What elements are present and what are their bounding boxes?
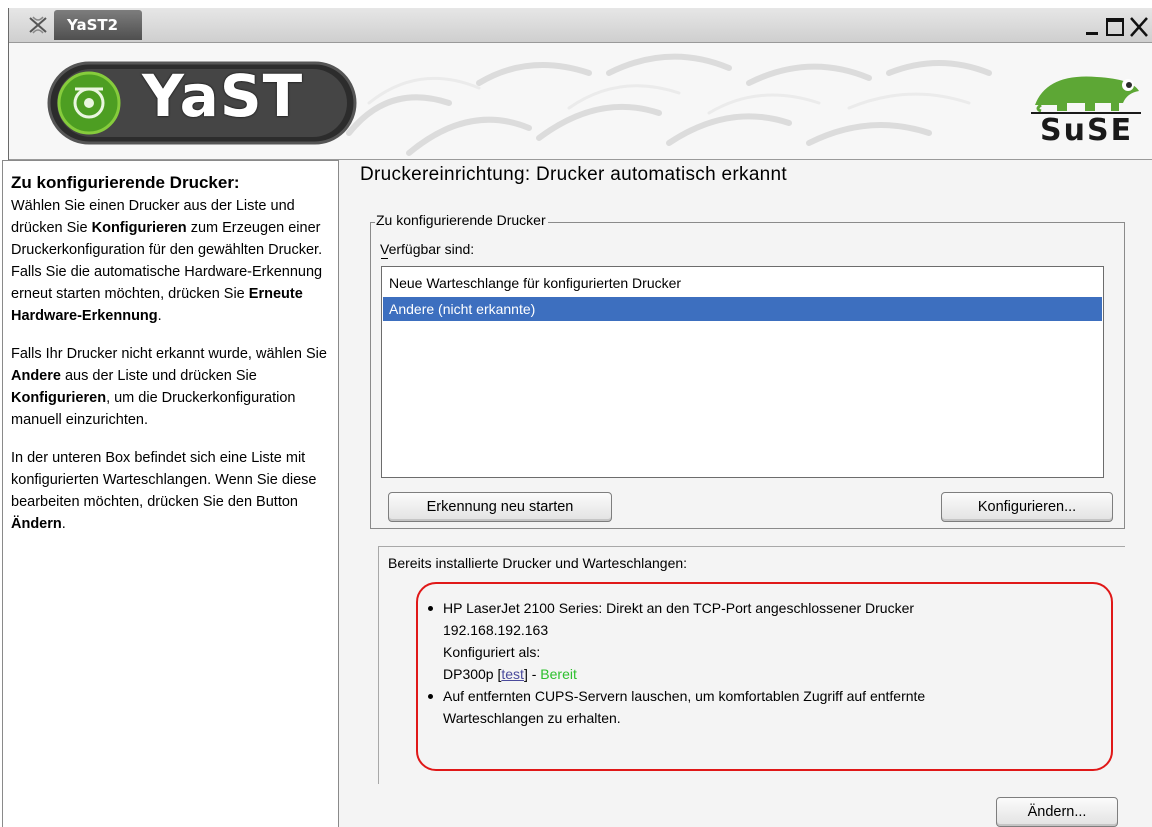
yast-banner: YaST SuSE	[9, 43, 1152, 160]
window-title: YaST2	[67, 16, 119, 34]
list-item[interactable]: Neue Warteschlange für konfigurierten Dr…	[383, 271, 1102, 295]
app-menu-icon[interactable]	[27, 14, 49, 36]
banner-background-art	[346, 53, 992, 156]
change-button[interactable]: Ändern...	[996, 797, 1118, 827]
group-title-text: Zu konfigurierende Drucker	[376, 212, 546, 228]
help-text: aus der Liste und drücken Sie	[60, 368, 257, 384]
installed-title: Bereits installierte Drucker und Wartesc…	[388, 555, 688, 571]
annotation-highlight	[416, 582, 1113, 771]
help-text: Falls Ihr Drucker nicht erkannt wurde, w…	[11, 346, 327, 362]
help-paragraph-3: In der unteren Box befindet sich eine Li…	[11, 447, 330, 535]
group-title: Zu konfigurierende Drucker	[375, 212, 548, 228]
maximize-icon[interactable]	[1104, 16, 1126, 38]
help-bold-text: Ändern	[11, 516, 62, 532]
close-icon[interactable]	[1128, 16, 1150, 38]
restart-detection-button[interactable]: Erkennung neu starten	[388, 492, 612, 522]
help-bold-text: Konfigurieren	[11, 390, 107, 406]
page-title: Druckereinrichtung: Drucker automatisch …	[360, 164, 787, 185]
help-text: .	[61, 516, 66, 532]
yast-logo-text: YaST	[142, 62, 304, 130]
help-text: In der unteren Box befindet sich eine Li…	[11, 450, 317, 510]
help-paragraph-1: Wählen Sie einen Drucker aus der Liste u…	[11, 195, 330, 327]
suse-logo-text: SuSE	[1040, 113, 1134, 148]
list-item-selected[interactable]: Andere (nicht erkannte)	[383, 297, 1102, 321]
help-text: .	[157, 308, 162, 324]
available-label: Verfügbar sind:	[380, 241, 475, 257]
printer-listbox[interactable]: Neue Warteschlange für konfigurierten Dr…	[381, 266, 1104, 478]
help-bold-text: Konfigurieren	[91, 220, 187, 236]
minimize-icon[interactable]	[1082, 16, 1104, 38]
title-bar[interactable]: YaST2	[9, 8, 1152, 43]
configure-button[interactable]: Konfigurieren...	[941, 492, 1113, 522]
help-panel: Zu konfigurierende Drucker: Wählen Sie e…	[2, 160, 339, 827]
mnemonic-underline	[381, 258, 388, 259]
help-bold-text: Andere	[11, 368, 61, 384]
help-heading: Zu konfigurierende Drucker:	[11, 173, 240, 192]
help-paragraph-2: Falls Ihr Drucker nicht erkannt wurde, w…	[11, 343, 330, 431]
